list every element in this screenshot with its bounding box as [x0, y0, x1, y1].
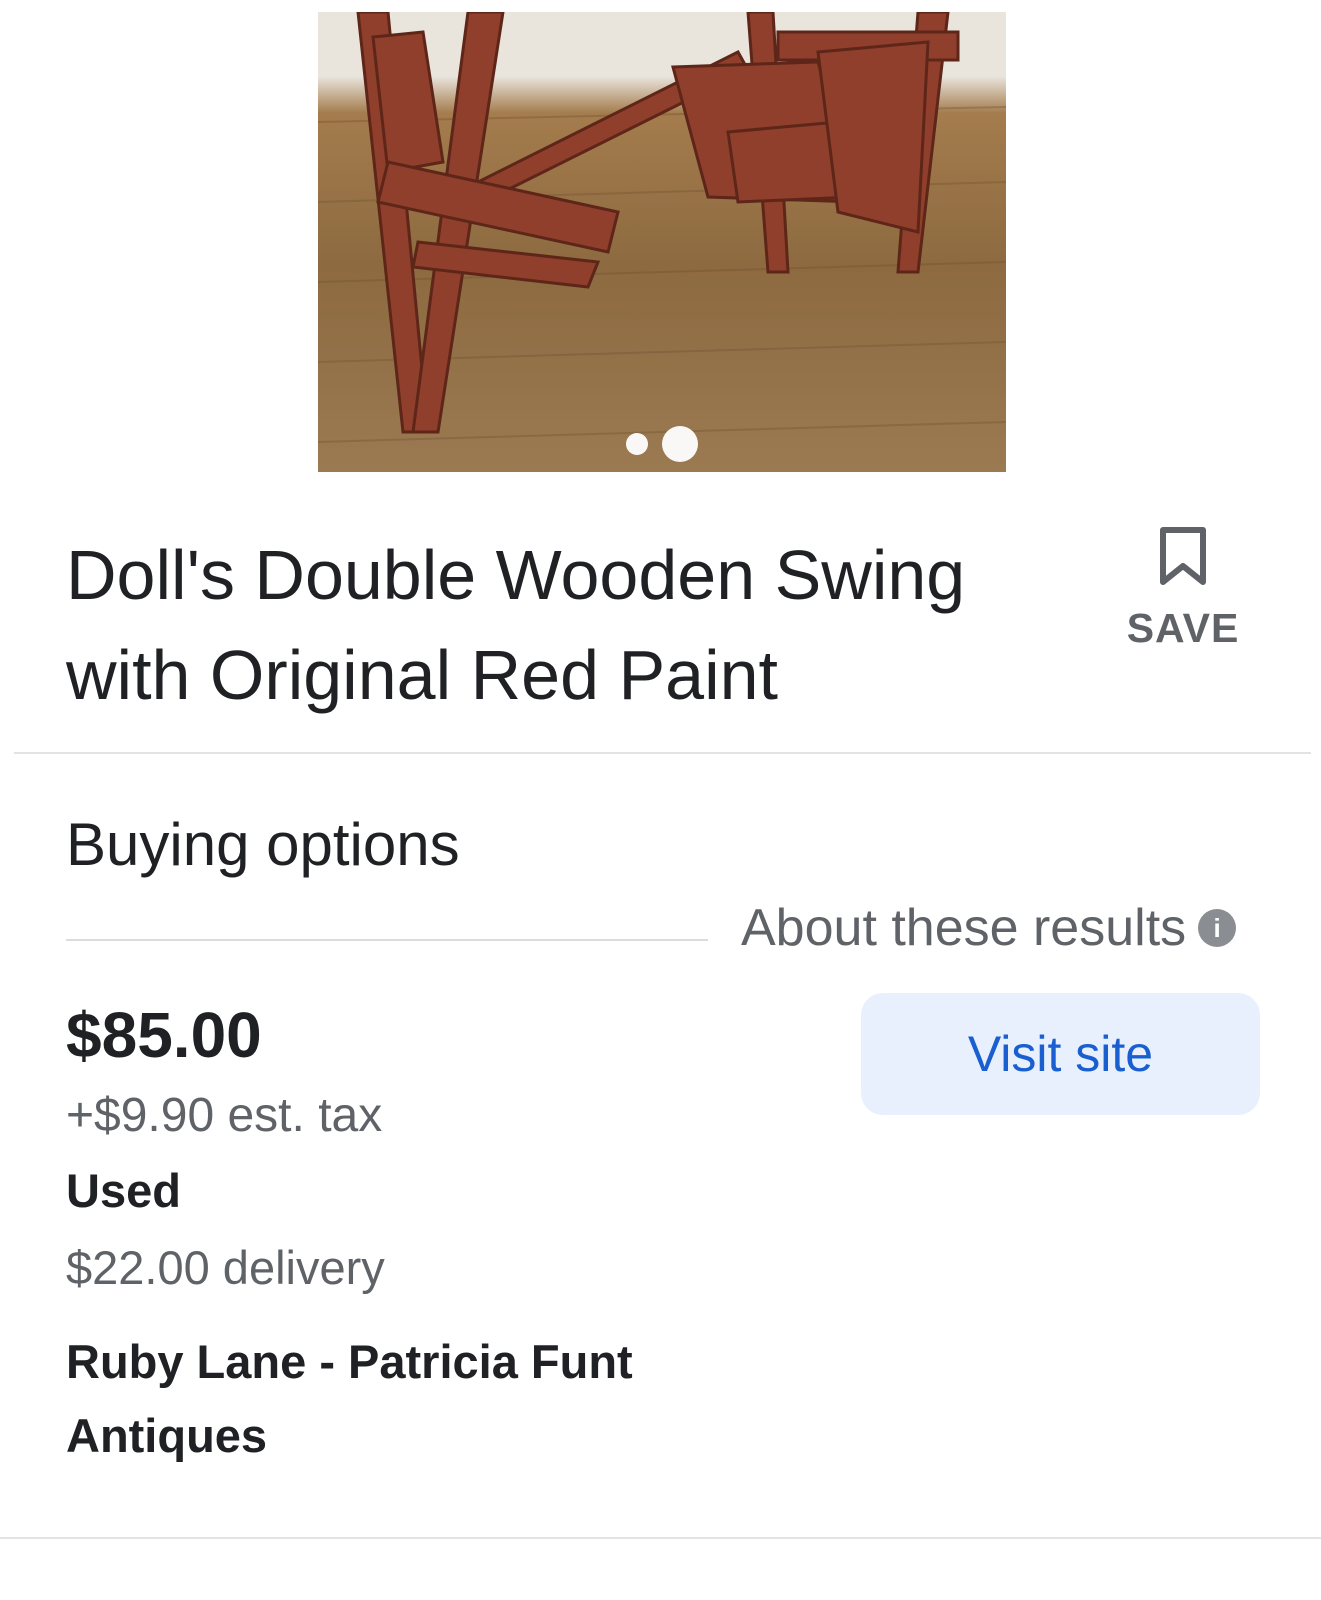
about-results-label: About these results	[741, 899, 1187, 957]
save-label: SAVE	[1126, 605, 1240, 651]
bookmark-icon	[1160, 527, 1206, 585]
info-icon: i	[1198, 909, 1237, 947]
carousel-indicator	[318, 426, 1006, 462]
divider	[14, 752, 1311, 754]
offer-price: $85.00	[66, 999, 262, 1071]
divider	[66, 939, 708, 941]
about-results-link[interactable]: About these results i	[741, 898, 1237, 958]
carousel-dot-active[interactable]	[662, 426, 698, 462]
save-button[interactable]: SAVE	[1120, 526, 1246, 652]
buying-options-heading: Buying options	[66, 811, 460, 878]
visit-site-button[interactable]: Visit site	[861, 993, 1260, 1115]
divider	[0, 1537, 1321, 1539]
product-title: Doll's Double Wooden Swing with Original…	[66, 536, 966, 714]
offer-delivery: $22.00 delivery	[66, 1241, 385, 1294]
swing-illustration	[318, 12, 1006, 443]
offer-tax: +$9.90 est. tax	[66, 1089, 383, 1142]
carousel-dot[interactable]	[626, 433, 648, 455]
seller-name: Ruby Lane - Patricia Funt Antiques	[66, 1335, 633, 1462]
offer-condition: Used	[66, 1164, 181, 1217]
product-image[interactable]	[318, 12, 1006, 472]
